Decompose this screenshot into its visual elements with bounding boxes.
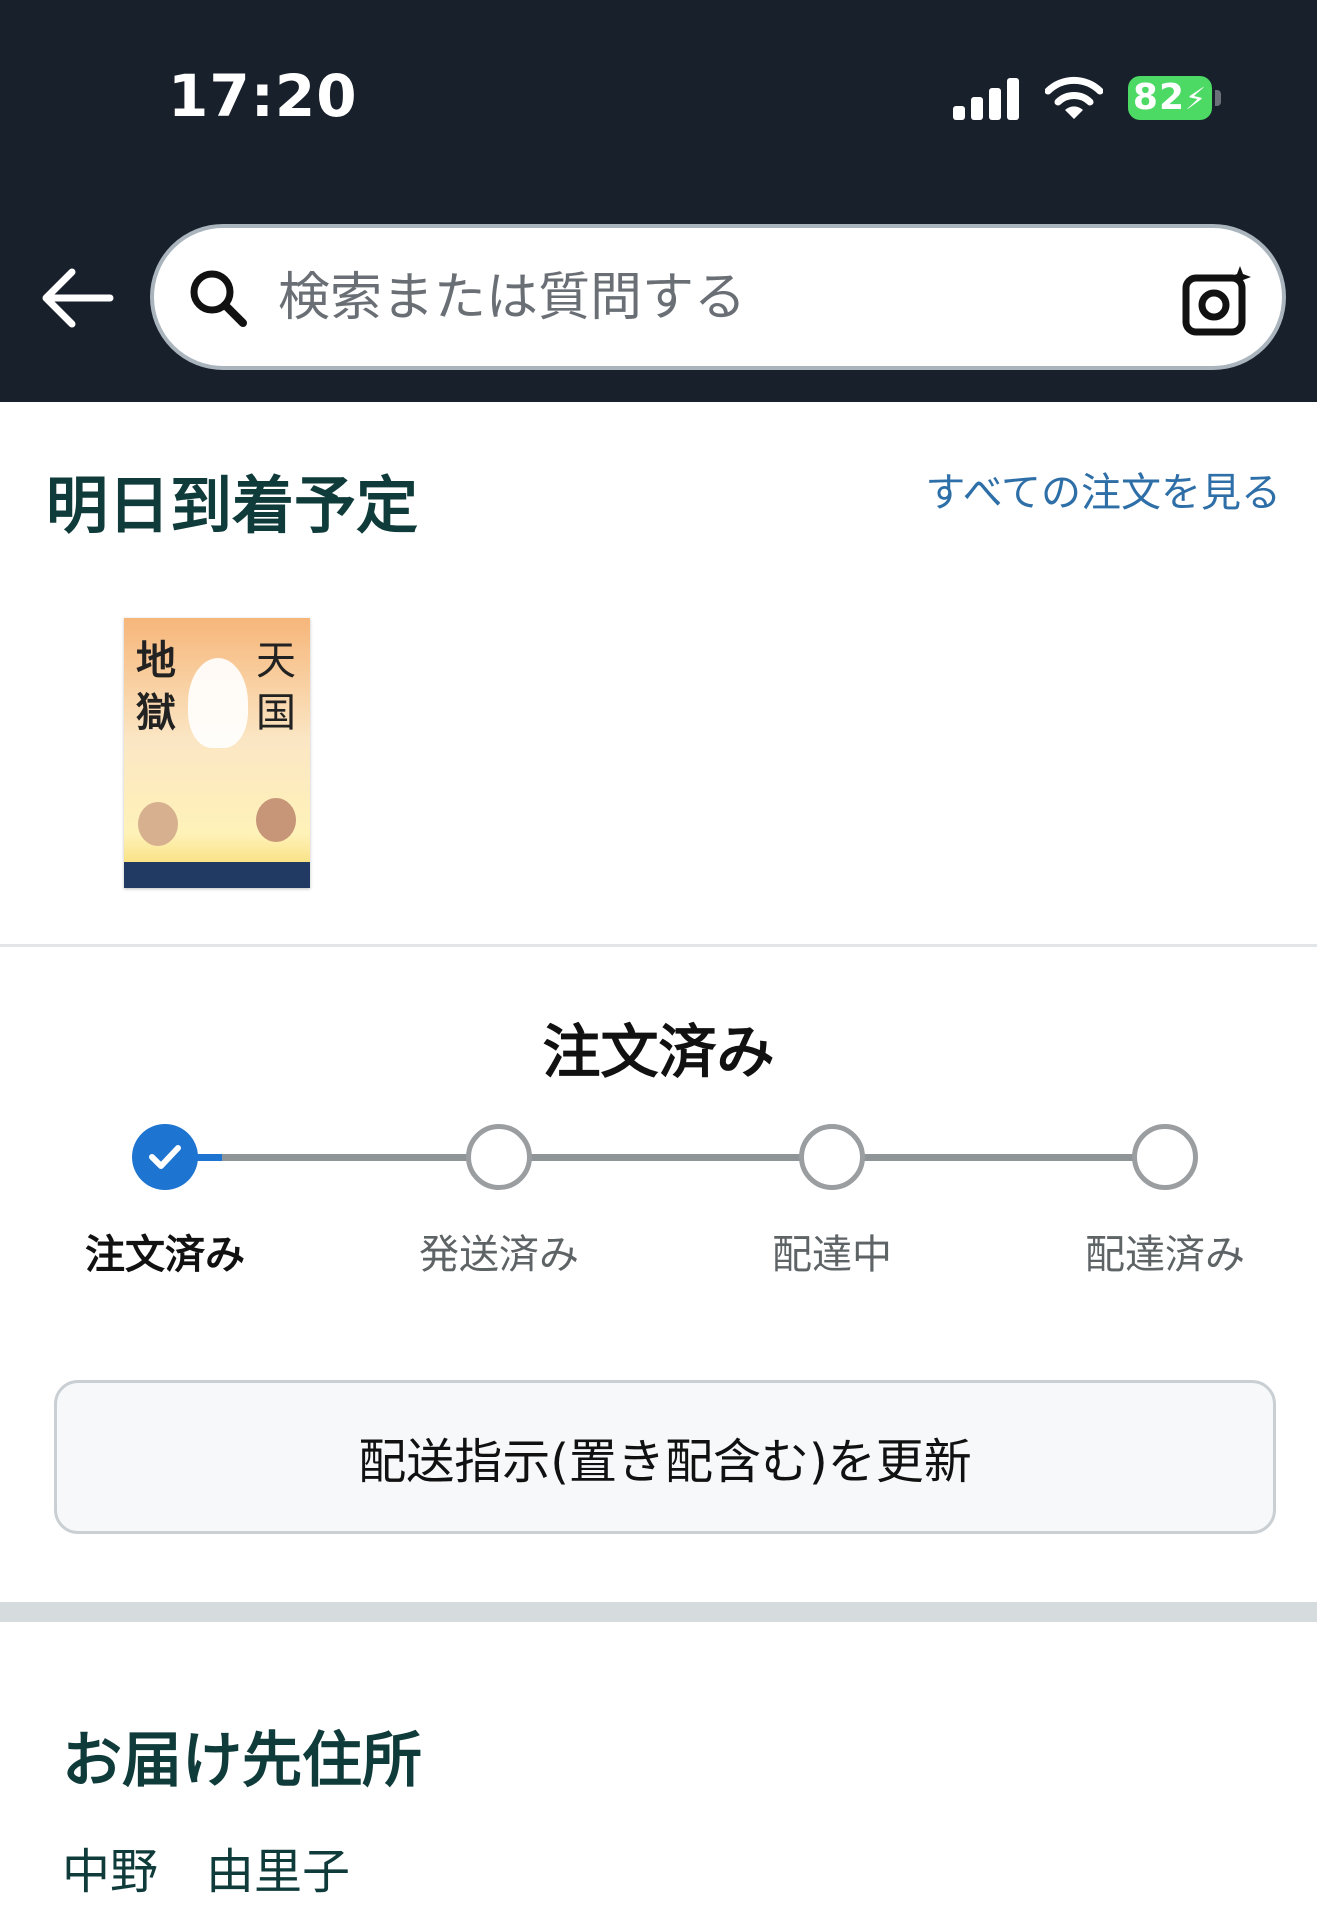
- update-delivery-instructions-button[interactable]: 配送指示(置き配含む)を更新: [54, 1380, 1276, 1534]
- cover-photo: [138, 802, 178, 846]
- arrow-left-icon[interactable]: [36, 262, 116, 334]
- cover-illustration: [188, 658, 248, 748]
- battery-nub: [1215, 90, 1221, 106]
- step-dot-delivered: [1132, 1124, 1198, 1190]
- battery-charging-icon: 82⚡: [1128, 76, 1212, 120]
- cover-text: 国: [256, 690, 296, 736]
- status-time: 17:20: [168, 62, 358, 130]
- step-label-out-for-delivery: 配達中: [772, 1232, 892, 1278]
- order-tracking-screen: 17:20 82⚡ 検索または質問する 明日到着予定 すべての注文を見る 地 獄…: [0, 0, 1317, 1920]
- cover-band: [124, 862, 310, 888]
- cover-text: 獄: [136, 689, 176, 736]
- search-icon: [190, 270, 247, 327]
- step-label-delivered: 配達済み: [1085, 1232, 1245, 1278]
- cellular-signal-icon: [953, 78, 1019, 120]
- section-divider-thick: [0, 1602, 1317, 1622]
- cover-text: 天: [256, 638, 296, 684]
- cover-photo: [256, 798, 296, 842]
- arrival-title: 明日到着予定: [46, 469, 419, 542]
- step-dot-out-for-delivery: [799, 1124, 865, 1190]
- camera-lens-icon[interactable]: [1182, 264, 1254, 336]
- search-bar[interactable]: [150, 224, 1286, 370]
- checkmark-icon: [149, 1145, 181, 1169]
- product-thumbnail[interactable]: 地 獄 天 国: [124, 618, 310, 888]
- recipient-name: 中野 由里子: [62, 1844, 351, 1900]
- app-header: 17:20 82⚡: [0, 0, 1317, 402]
- all-orders-link[interactable]: すべての注文を見る: [901, 462, 1281, 524]
- shipping-address-title: お届け先住所: [62, 1726, 422, 1796]
- step-dot-shipped: [466, 1124, 532, 1190]
- wifi-icon: [1045, 76, 1103, 119]
- search-input[interactable]: [278, 258, 1078, 338]
- step-label-ordered: 注文済み: [85, 1232, 245, 1278]
- cover-text: 地: [136, 637, 176, 684]
- step-label-shipped: 発送済み: [419, 1232, 579, 1278]
- order-status-heading: 注文済み: [542, 1018, 775, 1086]
- step-dot-ordered: [132, 1124, 198, 1190]
- progress-track: [222, 1154, 1166, 1161]
- section-divider: [0, 944, 1317, 947]
- battery-level: 82: [1132, 77, 1186, 118]
